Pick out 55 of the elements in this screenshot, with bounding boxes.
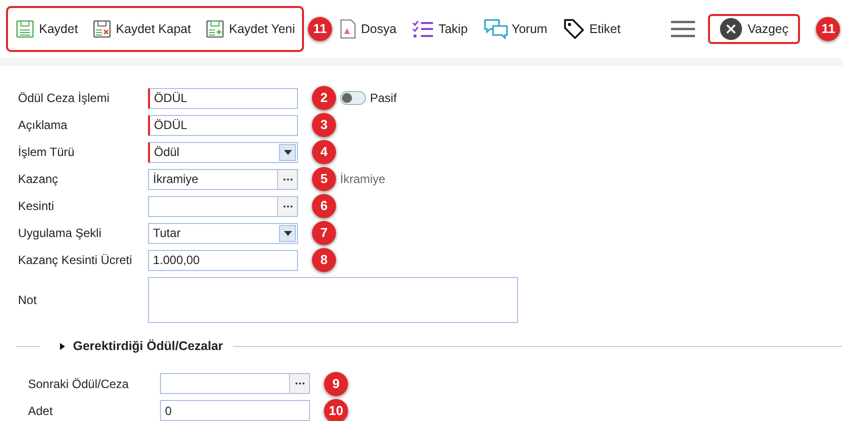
annotation-badge: 3 <box>312 113 336 137</box>
ellipsis-icon[interactable] <box>289 374 309 394</box>
close-icon <box>720 18 742 40</box>
dropdown-field[interactable]: Ödül <box>148 142 298 162</box>
note-field[interactable] <box>148 277 518 323</box>
toolbar-button[interactable]: Kaydet Yeni <box>200 14 300 44</box>
field-label: Kesinti <box>18 198 56 215</box>
document-icon <box>339 19 358 39</box>
annotation-badge: 10 <box>324 398 348 421</box>
annotation-badge: 11 <box>308 17 332 41</box>
toggle-label: Pasif <box>370 90 397 107</box>
annotation-badge: 11 <box>816 17 840 41</box>
toolbar-button[interactable]: Kaydet <box>10 14 83 44</box>
caret-right-icon[interactable] <box>60 342 65 350</box>
toggle-switch[interactable] <box>340 91 366 105</box>
tag-icon <box>563 18 586 40</box>
field-label: Kazanç Kesinti Ücreti <box>18 252 134 269</box>
field-note: İkramiye <box>340 171 386 188</box>
toolbar-button[interactable]: Yorum <box>478 14 552 44</box>
field-label: Kazanç <box>18 171 60 188</box>
field-label: Not <box>18 292 38 309</box>
floppy-disk-plus-icon <box>204 19 225 39</box>
annotation-badge: 6 <box>312 194 336 218</box>
ellipsis-icon[interactable] <box>277 196 297 216</box>
menu-icon[interactable] <box>670 20 696 38</box>
field-label: İşlem Türü <box>18 144 76 161</box>
ellipsis-icon[interactable] <box>277 170 297 188</box>
section-title[interactable]: Gerektirdiği Ödül/Cezalar <box>73 337 224 356</box>
toolbar-button[interactable]: Dosya <box>334 14 402 44</box>
field-label: Uygulama Şekli <box>18 225 102 242</box>
field-label: Adet <box>28 402 54 420</box>
annotation-badge: 9 <box>324 372 348 396</box>
toolbar-button[interactable]: Etiket <box>558 14 626 44</box>
checklist-icon <box>412 19 434 39</box>
lookup-field[interactable]: İkramiye <box>148 168 298 190</box>
chat-bubbles-icon <box>484 19 508 39</box>
annotation-badge: 8 <box>312 248 336 272</box>
toolbar-button[interactable]: Takip <box>407 14 473 44</box>
input-field[interactable]: 0 <box>160 400 310 421</box>
field-label: Açıklama <box>18 117 68 134</box>
annotation-badge: 2 <box>312 86 336 110</box>
input-field[interactable]: ÖDÜL <box>148 88 298 108</box>
input-field[interactable]: 1.000,00 <box>148 250 298 270</box>
dropdown-field[interactable]: Tutar <box>148 222 298 244</box>
annotation-badge: 7 <box>312 221 336 245</box>
cancel-button[interactable]: Vazgeç <box>708 14 800 44</box>
annotation-badge: 4 <box>312 140 336 164</box>
input-field[interactable]: ÖDÜL <box>148 114 298 136</box>
lookup-field[interactable] <box>148 196 298 216</box>
floppy-disk-x-icon <box>92 19 112 39</box>
annotation-badge: 5 <box>312 167 336 191</box>
field-label: Sonraki Ödül/Ceza <box>28 376 130 393</box>
toolbar-button[interactable]: Kaydet Kapat <box>86 14 196 44</box>
lookup-field[interactable] <box>160 373 310 394</box>
field-label: Ödül Ceza İşlemi <box>18 90 110 107</box>
